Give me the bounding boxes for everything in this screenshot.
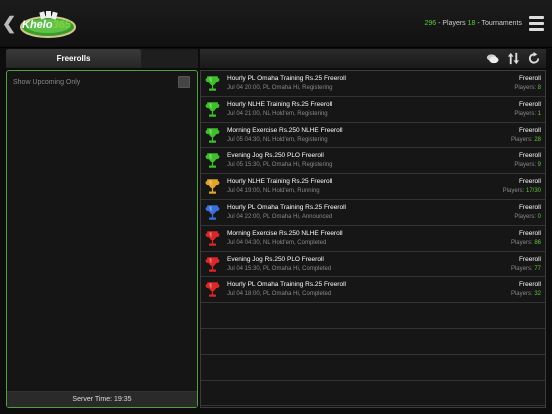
tournament-list: Hourly PL Omaha Training Rs.25 Freeroll J…: [200, 70, 546, 408]
tournament-players: Players: 17/30: [502, 188, 541, 195]
tournament-row[interactable]: Morning Exercise Rs.250 NLHE Freeroll Jul…: [201, 225, 545, 252]
menu-icon[interactable]: [529, 16, 544, 31]
tournament-row[interactable]: Hourly PL Omaha Training Rs.25 Freeroll J…: [201, 277, 545, 304]
top-bar: ❮ Khelo365 296 - Players 18 - Tournament…: [0, 0, 552, 48]
tournament-row[interactable]: Evening Jog Rs.250 PLO Freeroll Jul 05 15…: [201, 148, 545, 175]
trophy-icon: [204, 256, 221, 272]
tournament-name: Hourly PL Omaha Training Rs.25 Freeroll: [227, 281, 346, 289]
tournament-details: Jul 04 04:30, NL Hold'em, Completed: [227, 239, 327, 246]
tournament-type: Freeroll: [518, 100, 541, 108]
tournament-players: Players: 77: [510, 265, 541, 272]
tournament-players: Players: 0: [514, 213, 541, 220]
filter-body: Show Upcoming Only Server Time: 19:35: [6, 70, 198, 408]
empty-row: [201, 303, 545, 329]
tournament-name: Hourly PL Omaha Training Rs.25 Freeroll: [227, 75, 346, 82]
tournament-type: Freeroll: [518, 178, 541, 186]
tournament-name: Evening Jog Rs.250 PLO Freeroll: [227, 255, 324, 263]
trophy-icon: [204, 204, 221, 221]
tournament-details: Jul 04 18:00, PL Omaha Hi, Completed: [227, 291, 332, 298]
filter-tabbar: Freerolls: [6, 49, 198, 68]
trophy-icon: [204, 75, 221, 92]
filter-panel: Freerolls Show Upcoming Only Server Time…: [6, 49, 198, 408]
tournament-type: Freeroll: [518, 281, 541, 289]
tournament-row[interactable]: Evening Jog Rs.250 PLO Freeroll Jul 04 15…: [201, 251, 545, 278]
tournament-name: Hourly NLHE Training Rs.25 Freeroll: [227, 100, 333, 108]
tournament-row[interactable]: Hourly NLHE Training Rs.25 Freeroll Jul 0…: [201, 96, 545, 123]
players-count: 296: [424, 20, 437, 27]
trophy-icon: [204, 282, 221, 298]
show-upcoming-checkbox[interactable]: [178, 76, 190, 88]
tournament-details: Jul 04 15:30, PL Omaha Hi, Completed: [227, 265, 332, 272]
tab-freerolls[interactable]: Freerolls: [6, 49, 141, 68]
tournament-details: Jul 04 19:00, NL Hold'em, Running: [227, 188, 320, 195]
players-label: - Players: [436, 20, 468, 27]
refresh-icon[interactable]: [528, 52, 541, 65]
logo: Khelo365: [18, 9, 76, 39]
tournament-type: Freeroll: [518, 229, 541, 237]
empty-row: [201, 328, 545, 355]
tournament-row[interactable]: Hourly PL Omaha Training Rs.25 Freeroll J…: [201, 199, 545, 226]
tournament-players: Players: 86: [510, 239, 541, 246]
trophy-icon: [204, 101, 221, 118]
tournament-name: Hourly PL Omaha Training Rs.25 Freeroll: [227, 203, 346, 211]
tournament-name: Hourly NLHE Training Rs.25 Freeroll: [227, 178, 333, 186]
chat-icon[interactable]: [486, 52, 499, 65]
online-stats: 296 - Players 18 - Tournaments: [424, 20, 522, 27]
tournament-row[interactable]: Morning Exercise Rs.250 NLHE Freeroll Jul…: [201, 122, 545, 149]
tournament-players: Players: 8: [514, 85, 541, 91]
tournament-type: Freeroll: [518, 203, 541, 211]
server-time: Server Time: 19:35: [7, 391, 197, 407]
tournament-players: Players: 1: [514, 110, 541, 117]
tournament-row[interactable]: Hourly PL Omaha Training Rs.25 Freeroll J…: [201, 71, 545, 97]
show-upcoming-label: Show Upcoming Only: [13, 79, 81, 86]
tournament-row[interactable]: Hourly NLHE Training Rs.25 Freeroll Jul 0…: [201, 174, 545, 200]
tournament-details: Jul 04 22:00, PL Omaha Hi, Announced: [227, 213, 333, 220]
empty-row: [201, 354, 545, 381]
tournament-name: Morning Exercise Rs.250 NLHE Freeroll: [227, 229, 343, 237]
tournament-name: Morning Exercise Rs.250 NLHE Freeroll: [227, 126, 343, 134]
tournaments-label: - Tournaments: [475, 20, 522, 27]
tournament-players: Players: 32: [510, 291, 541, 298]
tournament-name: Evening Jog Rs.250 PLO Freeroll: [227, 152, 324, 160]
tournament-details: Jul 04 20:00, PL Omaha Hi, Registering: [227, 85, 333, 91]
tournament-type: Freeroll: [518, 152, 541, 160]
tournament-details: Jul 05 04:30, NL Hold'em, Registering: [227, 136, 328, 143]
trophy-icon: [204, 230, 221, 247]
trophy-icon: [204, 127, 221, 143]
tournament-players: Players: 9: [514, 162, 541, 169]
list-toolbar: [200, 49, 546, 68]
tournament-type: Freeroll: [518, 255, 541, 263]
trophy-icon: [204, 153, 221, 169]
tournament-type: Freeroll: [518, 75, 541, 82]
tournament-type: Freeroll: [518, 126, 541, 134]
logo-wordmark: Khelo365: [22, 19, 71, 31]
tournament-details: Jul 04 21:00, NL Hold'em, Registering: [227, 110, 328, 117]
back-arrow-icon[interactable]: ❮: [2, 15, 16, 33]
trophy-icon: [204, 178, 221, 195]
tournament-panel: Hourly PL Omaha Training Rs.25 Freeroll J…: [200, 49, 546, 408]
sort-icon[interactable]: [507, 52, 520, 65]
tournament-details: Jul 05 15:30, PL Omaha Hi, Registering: [227, 162, 333, 169]
empty-row: [201, 380, 545, 407]
tournament-players: Players: 28: [510, 136, 541, 143]
